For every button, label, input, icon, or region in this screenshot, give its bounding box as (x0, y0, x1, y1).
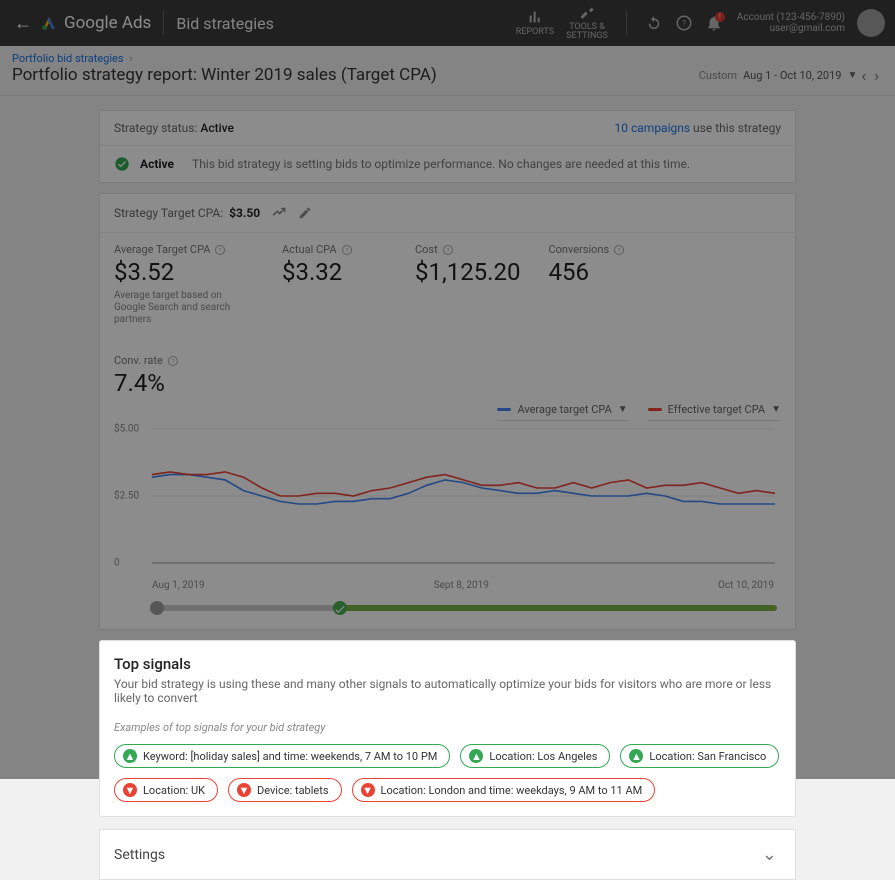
settings-title: Settings (114, 847, 165, 863)
signals-examples-label: Examples of top signals for your bid str… (114, 721, 781, 734)
signal-chips: ▲ Keyword: [holiday sales] and time: week… (114, 744, 781, 802)
chip-text: Location: San Francisco (649, 750, 766, 763)
settings-accordion[interactable]: Settings ⌄ (99, 829, 796, 880)
arrow-down-icon: ▼ (237, 783, 251, 797)
chip-text: Keyword: [holiday sales] and time: weeke… (143, 750, 437, 763)
signal-chip[interactable]: ▲ Location: San Francisco (620, 744, 779, 768)
chip-text: Device: tablets (257, 784, 329, 797)
arrow-down-icon: ▼ (361, 783, 375, 797)
chip-text: Location: London and time: weekdays, 9 A… (381, 784, 643, 797)
signals-title: Top signals (114, 655, 781, 673)
signal-chip[interactable]: ▼ Device: tablets (228, 778, 342, 802)
signal-chip[interactable]: ▲ Keyword: [holiday sales] and time: week… (114, 744, 450, 768)
arrow-up-icon: ▲ (469, 749, 483, 763)
signal-chip[interactable]: ▼ Location: London and time: weekdays, 9 … (352, 778, 656, 802)
chevron-down-icon: ⌄ (762, 844, 777, 865)
chip-text: Location: Los Angeles (489, 750, 597, 763)
arrow-up-icon: ▲ (629, 749, 643, 763)
signals-subtitle: Your bid strategy is using these and man… (114, 677, 781, 705)
arrow-down-icon: ▼ (123, 783, 137, 797)
chip-text: Location: UK (143, 784, 205, 797)
arrow-up-icon: ▲ (123, 749, 137, 763)
signal-chip[interactable]: ▲ Location: Los Angeles (460, 744, 610, 768)
top-signals-card: Top signals Your bid strategy is using t… (99, 640, 796, 817)
signal-chip[interactable]: ▼ Location: UK (114, 778, 218, 802)
